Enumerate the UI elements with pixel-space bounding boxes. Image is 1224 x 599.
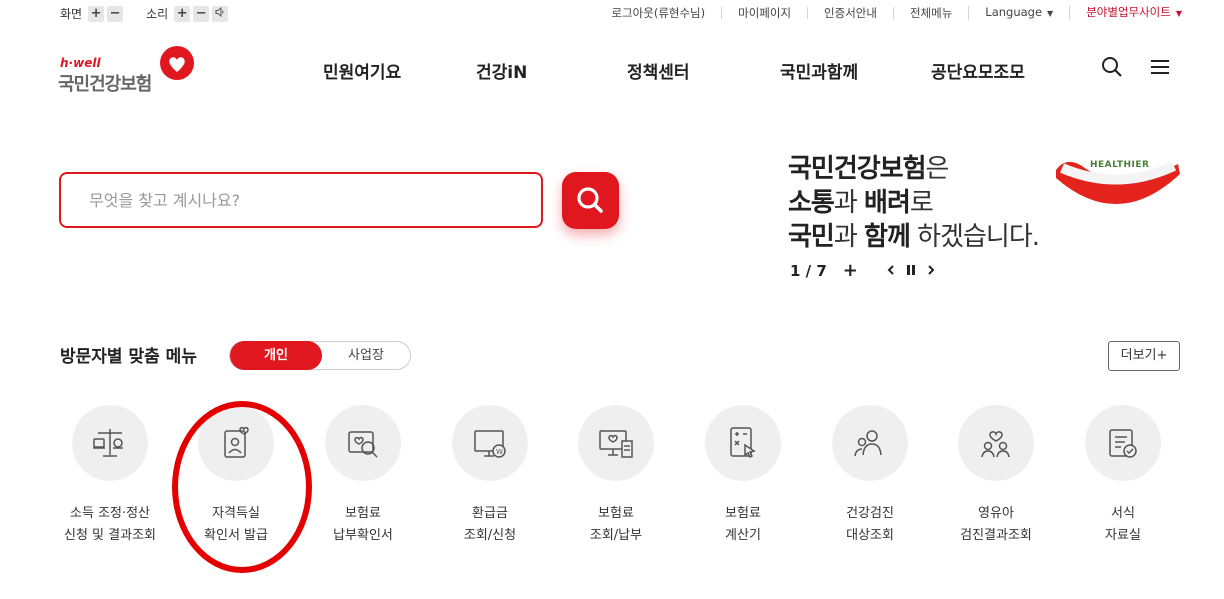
menu-label: 건강검진 대상조회 bbox=[846, 506, 894, 543]
screen-zoom-out-button[interactable]: − bbox=[107, 5, 124, 22]
nhis-logo[interactable]: h·well 국민건강보험 bbox=[58, 42, 198, 95]
menu-infant-checkup[interactable]: 영유아 검진결과조회 bbox=[931, 405, 1061, 555]
accessibility-controls: 화면 + − 소리 + − bbox=[60, 5, 251, 22]
slide-next-icon[interactable] bbox=[926, 262, 936, 280]
menu-health-checkup[interactable]: 건강검진 대상조회 bbox=[805, 405, 935, 555]
banner-line-2: 소통과 배려로 bbox=[788, 188, 934, 218]
utility-links: 로그아웃(류현수님) 마이페이지 인증서안내 전체메뉴 Language ▼ 분야… bbox=[596, 6, 1182, 20]
menu-premium-calculator[interactable]: 보험료 계산기 bbox=[678, 405, 808, 555]
dropdown-triangle-icon: ▼ bbox=[1175, 9, 1182, 18]
screen-receipt-icon bbox=[578, 405, 654, 481]
sound-down-button[interactable]: − bbox=[193, 5, 210, 22]
main-banner: 국민건강보험은 소통과 배려로 국민과 함께 하겠습니다. bbox=[788, 152, 1040, 254]
menu-income-adjustment[interactable]: 소득 조정·정산 신청 및 결과조회 bbox=[45, 405, 175, 555]
family-heart-icon bbox=[958, 405, 1034, 481]
slide-pause-icon[interactable] bbox=[906, 262, 916, 280]
search-bar bbox=[59, 172, 543, 228]
gnb-civil-service[interactable]: 민원여기요 bbox=[323, 58, 401, 83]
sound-up-button[interactable]: + bbox=[174, 5, 191, 22]
language-select[interactable]: Language ▼ bbox=[968, 6, 1069, 20]
menu-label: 소득 조정·정산 신청 및 결과조회 bbox=[64, 506, 156, 543]
screen-zoom-in-button[interactable]: + bbox=[88, 5, 105, 22]
gnb-health-in[interactable]: 건강iN bbox=[476, 58, 527, 83]
id-card-heart-icon bbox=[198, 405, 274, 481]
svg-text:W: W bbox=[496, 448, 503, 456]
language-label: Language bbox=[985, 5, 1043, 19]
menu-label: 서식 자료실 bbox=[1105, 506, 1141, 543]
utility-bar: 화면 + − 소리 + − 로그아웃(류현수님) 마이페이지 인증서안내 전체메… bbox=[0, 0, 1224, 28]
menu-label: 보험료 계산기 bbox=[725, 506, 761, 543]
search-icon bbox=[577, 187, 603, 213]
menu-refund[interactable]: W 환급금 조회/신청 bbox=[425, 405, 555, 555]
document-search-icon bbox=[325, 405, 401, 481]
menu-label: 보험료 조회/납부 bbox=[589, 506, 643, 543]
menu-label: 영유아 검진결과조회 bbox=[960, 506, 1032, 543]
hamburger-menu-icon[interactable] bbox=[1150, 58, 1170, 80]
main-header: h·well 국민건강보험 민원여기요 건강iN 정책센터 국민과함께 공단요모… bbox=[0, 40, 1224, 96]
visitor-menu-title: 방문자별 맞춤 메뉴 bbox=[60, 347, 197, 367]
tab-personal[interactable]: 개인 bbox=[230, 341, 322, 370]
speaker-icon[interactable] bbox=[212, 5, 229, 22]
field-sites-select[interactable]: 분야별업무사이트 ▼ bbox=[1069, 6, 1182, 20]
gnb-with-people[interactable]: 국민과함께 bbox=[780, 58, 858, 83]
form-check-icon bbox=[1085, 405, 1161, 481]
all-menu-link[interactable]: 전체메뉴 bbox=[892, 7, 968, 19]
slide-plus-icon[interactable]: + bbox=[843, 260, 858, 281]
mypage-link[interactable]: 마이페이지 bbox=[721, 7, 807, 19]
menu-payment-certificate[interactable]: 보험료 납부확인서 bbox=[298, 405, 428, 555]
tab-business[interactable]: 사업장 bbox=[322, 342, 410, 369]
slide-prev-icon[interactable] bbox=[886, 262, 896, 280]
monitor-won-icon: W bbox=[452, 405, 528, 481]
screen-size-label: 화면 bbox=[60, 7, 83, 21]
people-icon bbox=[832, 405, 908, 481]
search-input[interactable] bbox=[61, 174, 541, 226]
gnb-policy-center[interactable]: 정책센터 bbox=[627, 58, 690, 83]
menu-label: 환급금 조회/신청 bbox=[463, 506, 517, 543]
search-icon[interactable] bbox=[1101, 56, 1123, 82]
search-button[interactable] bbox=[562, 172, 619, 229]
certificate-guide-link[interactable]: 인증서안내 bbox=[807, 7, 893, 19]
banner-line-3: 국민과 함께 하겠습니다. bbox=[788, 222, 1040, 252]
healthier-text: HEALTHIER bbox=[1090, 160, 1150, 170]
banner-slider-controls: 1 / 7 + bbox=[790, 260, 936, 281]
gnb-about-nhis[interactable]: 공단요모조모 bbox=[931, 58, 1025, 83]
scale-icon bbox=[72, 405, 148, 481]
banner-line-1: 국민건강보험은 bbox=[788, 154, 949, 184]
field-sites-label: 분야별업무사이트 bbox=[1086, 5, 1171, 19]
menu-premium-inquiry[interactable]: 보험료 조회/납부 bbox=[551, 405, 681, 555]
logo-hwell: h·well bbox=[60, 56, 101, 70]
dropdown-triangle-icon: ▼ bbox=[1047, 9, 1054, 18]
calculator-icon bbox=[705, 405, 781, 481]
logo-name: 국민건강보험 bbox=[58, 74, 152, 95]
menu-label: 자격득실 확인서 발급 bbox=[204, 506, 268, 543]
visitor-type-toggle: 개인 사업장 bbox=[229, 341, 411, 370]
slide-counter: 1 / 7 bbox=[790, 261, 827, 280]
sound-label: 소리 bbox=[146, 7, 169, 21]
healthier-badge: HEALTHIER bbox=[1054, 152, 1182, 216]
more-button[interactable]: 더보기+ bbox=[1108, 341, 1180, 371]
menu-label: 보험료 납부확인서 bbox=[333, 506, 393, 543]
logout-link[interactable]: 로그아웃(류현수님) bbox=[596, 7, 722, 19]
heart-logo-icon bbox=[160, 46, 194, 80]
menu-forms[interactable]: 서식 자료실 bbox=[1058, 405, 1188, 555]
menu-eligibility-certificate[interactable]: 자격득실 확인서 발급 bbox=[171, 405, 301, 555]
